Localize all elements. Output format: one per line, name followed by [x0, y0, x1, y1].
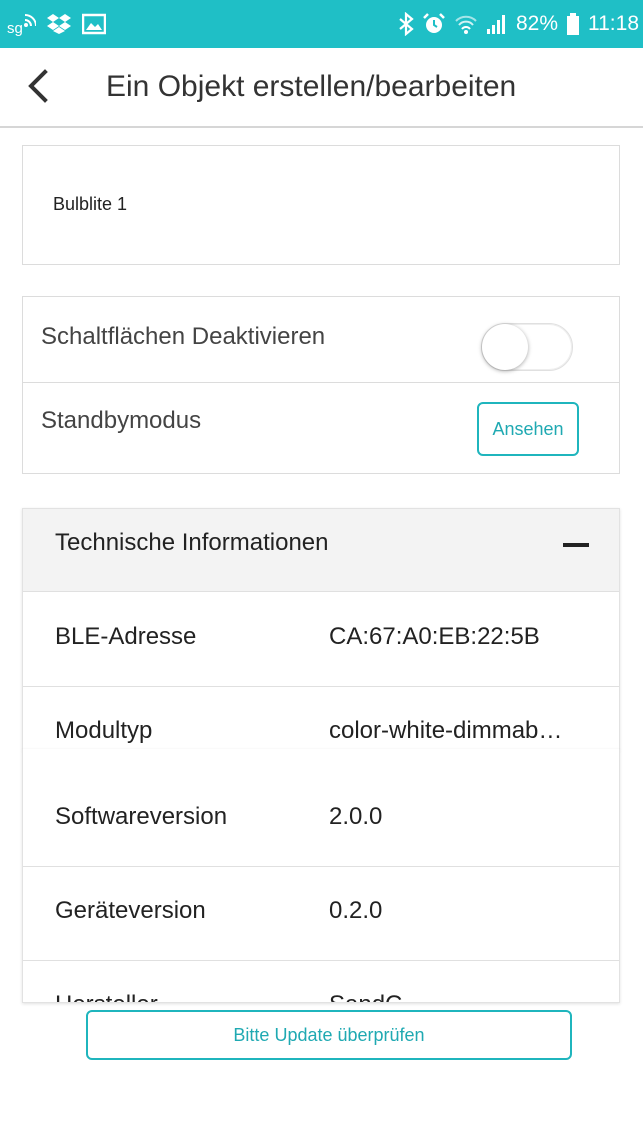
settings-card: Schaltflächen Deaktivieren Standbymodus …: [22, 296, 620, 474]
info-value: color-white-dimmab…: [329, 717, 563, 744]
svg-text:sg: sg: [7, 20, 23, 37]
info-key: Modultyp: [55, 717, 153, 744]
technical-info-title: Technische Informationen: [55, 529, 329, 556]
technical-info-header[interactable]: Technische Informationen: [23, 509, 619, 592]
info-row-device-version: Geräteversion 0.2.0: [23, 867, 619, 961]
page-title: Ein Objekt erstellen/bearbeiten: [106, 70, 517, 103]
status-bar: sg 82% 11:18: [0, 0, 643, 48]
wifi-icon: [454, 13, 478, 35]
info-row-software-version: Softwareversion 2.0.0: [23, 773, 619, 867]
object-name-value: Bulblite 1: [53, 194, 128, 214]
status-bar-left-icons: sg: [6, 0, 106, 48]
standby-view-button[interactable]: Ansehen: [477, 402, 579, 456]
info-key: Softwareversion: [55, 803, 228, 830]
technical-info-card: Technische Informationen BLE-Adresse CA:…: [22, 508, 620, 750]
minus-icon: [563, 543, 589, 547]
info-row-manufacturer: Hersteller SandC: [23, 961, 619, 1002]
disable-buttons-label: Schaltflächen Deaktivieren: [41, 323, 326, 350]
app-bar: Ein Objekt erstellen/bearbeiten: [0, 48, 643, 128]
bluetooth-icon: [398, 12, 414, 36]
info-value: 2.0.0: [329, 803, 383, 830]
signal-icon: [486, 13, 508, 35]
check-update-button[interactable]: Bitte Update überprüfen: [86, 1010, 572, 1060]
status-bar-right-icons: 82% 11:18: [398, 0, 639, 48]
info-row-module-type: Modultyp color-white-dimmab…: [23, 687, 619, 749]
info-value: 0.2.0: [329, 897, 383, 924]
info-value: SandC: [329, 991, 613, 1002]
back-button[interactable]: [16, 66, 60, 110]
technical-info-list[interactable]: Softwareversion 2.0.0 Geräteversion 0.2.…: [22, 749, 620, 1003]
status-time: 11:18: [588, 12, 639, 35]
disable-buttons-toggle[interactable]: [481, 323, 573, 371]
battery-percent: 82%: [515, 12, 558, 35]
standby-label: Standbymodus: [41, 407, 202, 434]
sg-notification-icon: sg: [6, 11, 36, 37]
dropbox-icon: [46, 13, 72, 35]
collapse-button[interactable]: [549, 525, 603, 565]
info-row-ble-address: BLE-Adresse CA:67:A0:EB:22:5B: [23, 593, 619, 687]
battery-icon: [566, 13, 580, 35]
info-value: CA:67:A0:EB:22:5B: [329, 623, 540, 650]
toggle-knob: [482, 324, 528, 370]
info-key: Hersteller: [55, 991, 158, 1002]
gallery-icon: [82, 13, 106, 35]
info-key: Geräteversion: [55, 897, 206, 924]
info-key: BLE-Adresse: [55, 623, 197, 650]
chevron-left-icon: [27, 68, 49, 108]
standby-row: Standbymodus Ansehen: [23, 383, 619, 473]
alarm-icon: [422, 12, 446, 36]
object-name-card[interactable]: Bulblite 1: [22, 145, 620, 265]
disable-buttons-row: Schaltflächen Deaktivieren: [23, 297, 619, 383]
